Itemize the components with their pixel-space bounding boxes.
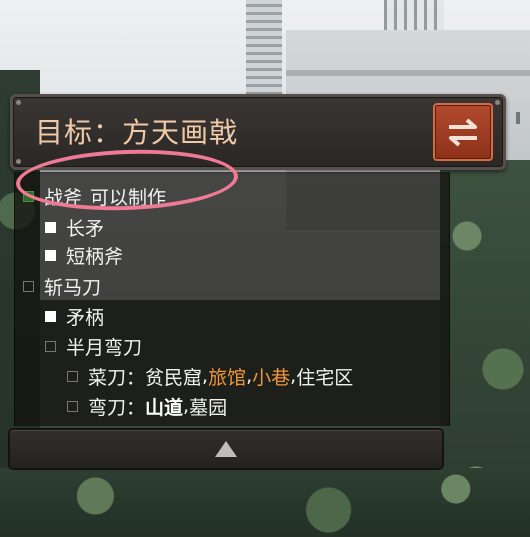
status-checkbox — [45, 340, 56, 352]
location-inn: 旅馆 — [208, 366, 247, 389]
corner-rivet — [16, 159, 21, 164]
tree-item-cleaver[interactable]: 菜刀： 贫民窟, 旅馆, 小巷, 住宅区 — [67, 363, 353, 389]
swap-button[interactable] — [433, 103, 493, 161]
target-title: 目标：方天画戟 — [35, 116, 239, 149]
triangle-up-icon — [215, 441, 237, 457]
swap-arrows-icon — [449, 118, 477, 147]
tree-item-spear[interactable]: 长矛 — [45, 214, 104, 240]
location-slums: 贫民窟 — [145, 366, 203, 389]
tree-item-machete[interactable]: 弯刀： 山道, 墓园 — [67, 393, 227, 419]
item-label: 长矛 — [66, 217, 105, 240]
tree-item-hand-axe[interactable]: 短柄斧 — [45, 242, 123, 268]
status-checkbox — [23, 280, 34, 292]
location-mountain-road: 山道 — [145, 396, 184, 419]
location-cemetery: 墓园 — [189, 396, 228, 419]
status-checkbox — [45, 249, 56, 261]
item-label: 斩马刀 — [44, 276, 102, 299]
item-label: 短柄斧 — [66, 245, 124, 268]
corner-rivet — [16, 100, 21, 105]
location-alley: 小巷 — [252, 366, 291, 389]
item-label: 弯刀： — [88, 396, 146, 419]
collapse-button[interactable] — [8, 428, 444, 470]
item-label: 半月弯刀 — [66, 336, 143, 359]
item-label: 菜刀： — [88, 366, 146, 389]
status-checkbox — [45, 310, 56, 322]
status-checkbox — [67, 400, 78, 412]
tree-item-zhanmadao[interactable]: 斩马刀 — [23, 273, 101, 299]
recipe-tree-panel: 战斧 可以制作 长矛 短柄斧 斩马刀 矛柄 半月弯刀 菜刀： 贫民窟, 旅馆, … — [14, 172, 450, 426]
corner-rivet — [495, 100, 500, 105]
item-label: 矛柄 — [66, 306, 105, 329]
status-checkbox — [67, 370, 78, 382]
radio-tower — [246, 0, 282, 95]
location-residential: 住宅区 — [296, 366, 354, 389]
tree-item-crescent-blade[interactable]: 半月弯刀 — [45, 333, 142, 359]
trees-bottom — [0, 468, 530, 537]
status-checkbox — [45, 221, 56, 233]
tree-item-spear-shaft[interactable]: 矛柄 — [45, 303, 104, 329]
rooftop-antenna — [384, 0, 444, 30]
